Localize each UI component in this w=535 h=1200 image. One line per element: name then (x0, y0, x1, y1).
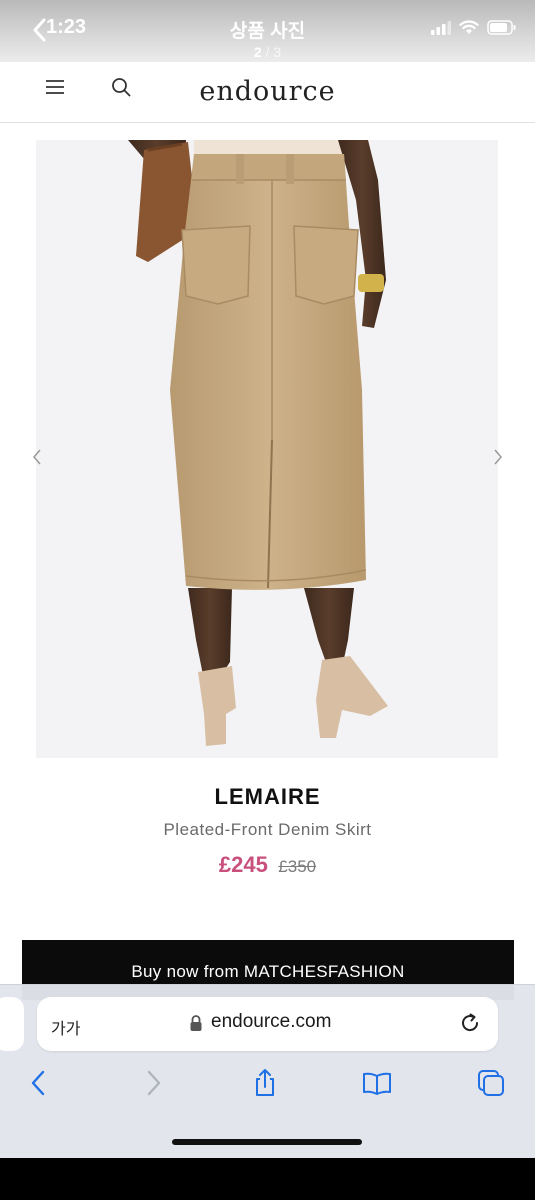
photo-viewer-header: 1:23 상품 사진 2 / 3 (0, 0, 535, 62)
photo-counter-separator: / (261, 44, 274, 60)
sale-price: £245 (218, 852, 268, 877)
wifi-icon (459, 20, 479, 34)
signal-icon (431, 20, 451, 35)
product-prices: £245 £350 (0, 852, 535, 878)
photo-counter: 2 / 3 (0, 44, 535, 60)
photo-counter-current: 2 (253, 44, 262, 60)
site-logo[interactable]: endource (0, 76, 535, 107)
chevron-left-icon[interactable] (32, 448, 42, 466)
original-price: £350 (278, 857, 317, 876)
lock-icon (190, 1015, 202, 1031)
photo-counter-total: 3 (273, 44, 282, 60)
home-indicator[interactable] (172, 1139, 362, 1145)
tabs-icon[interactable] (476, 1068, 506, 1098)
product-brand[interactable]: LEMAIRE (0, 784, 535, 810)
buy-now-label: Buy now from MATCHESFASHION (131, 962, 405, 981)
url-text: endource.com (211, 1011, 332, 1032)
chevron-right-icon[interactable] (493, 448, 503, 466)
reload-icon[interactable] (458, 1011, 482, 1035)
product-image (36, 140, 498, 758)
site-header: endource (0, 62, 535, 123)
phone-screen: 1:23 상품 사진 2 / 3 endource LEMAIRE Pleate… (0, 0, 535, 1158)
back-icon[interactable] (24, 1068, 54, 1098)
battery-icon (487, 20, 516, 35)
status-icons (431, 20, 517, 35)
text-size-button[interactable]: 가가 (51, 1015, 80, 1039)
previous-tab[interactable] (0, 997, 24, 1051)
product-name: Pleated-Front Denim Skirt (163, 820, 372, 839)
share-icon[interactable] (250, 1068, 280, 1098)
forward-icon[interactable] (138, 1068, 168, 1098)
product-photo-illustration (36, 140, 498, 758)
bookmarks-icon[interactable] (362, 1068, 392, 1098)
address-bar[interactable]: 가가 endource.com (37, 997, 498, 1051)
